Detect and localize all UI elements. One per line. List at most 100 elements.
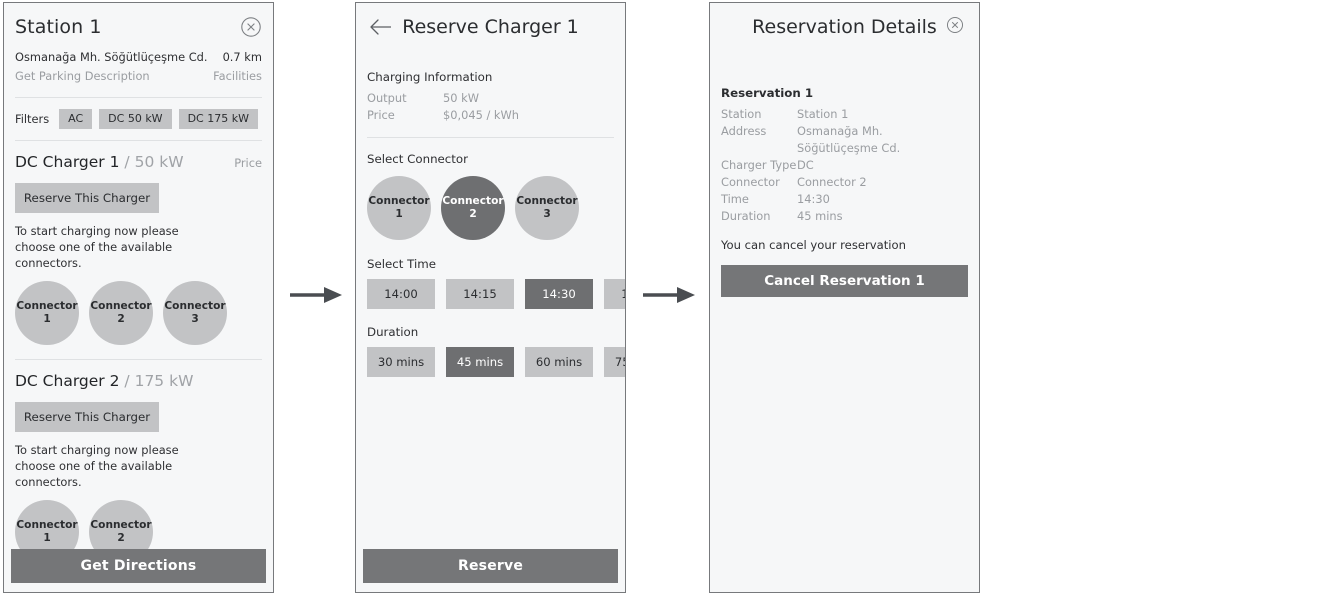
station-detail-panel: Station 1 Osmanağa Mh. Söğütlüçeşme Cd. … [3, 2, 274, 593]
charging-information-label: Charging Information [367, 70, 493, 84]
reserve-header: Reserve Charger 1 [356, 3, 625, 38]
cancel-reservation-button[interactable]: Cancel Reservation 1 [721, 265, 968, 297]
detail-row-charger-type: Charger Type DC [721, 157, 968, 174]
charger-2-name: DC Charger 2 [15, 372, 120, 390]
charger-1-price-label[interactable]: Price [234, 156, 262, 170]
station-distance: 0.7 km [222, 50, 262, 64]
charger-1-separator: / [124, 153, 130, 171]
filters-bar: Filters AC DC 50 kW DC 175 kW [4, 98, 273, 129]
time-chip-1430[interactable]: 14:30 [525, 279, 593, 309]
charger-1-connector-3[interactable]: Connector 3 [163, 281, 227, 345]
reserve-charger-2-button[interactable]: Reserve This Charger [15, 402, 159, 432]
detail-value: Osmanağa Mh. [797, 124, 883, 138]
detail-value: Connector 2 [797, 175, 867, 189]
time-chip-strip[interactable]: 14:00 14:15 14:30 14:45 [356, 271, 625, 309]
charger-1-power: 50 kW [134, 153, 184, 171]
detail-key: Address [721, 124, 767, 138]
details-header: Reservation Details [710, 3, 979, 38]
duration-label: Duration [367, 325, 419, 339]
charger-2-title: DC Charger 2 / 175 kW [15, 372, 193, 390]
detail-key: Station [721, 107, 762, 121]
detail-row-time: Time 14:30 [721, 191, 968, 208]
reserve-connector-2[interactable]: Connector 2 [441, 176, 505, 240]
station-address: Osmanağa Mh. Söğütlüçeşme Cd. [15, 50, 208, 64]
close-circle-icon[interactable] [946, 16, 968, 38]
flow-arrow-2 [641, 284, 697, 306]
connector-number: 2 [117, 532, 125, 544]
charger-1-hint: To start charging now please choose one … [15, 224, 179, 270]
charger-1-connector-2[interactable]: Connector 2 [89, 281, 153, 345]
connector-number: 1 [395, 208, 403, 220]
time-chip-1400[interactable]: 14:00 [367, 279, 435, 309]
filter-chip-dc50[interactable]: DC 50 kW [99, 109, 172, 129]
charger-1-connector-list: Connector 1 Connector 2 Connector 3 [4, 271, 273, 345]
station-header: Station 1 [4, 3, 273, 38]
charger-2-header: DC Charger 2 / 175 kW [4, 360, 273, 390]
detail-value: Station 1 [797, 107, 849, 121]
connector-label: Connector [516, 195, 578, 207]
info-row-output: Output 50 kW [367, 90, 614, 107]
reserve-connector-3[interactable]: Connector 3 [515, 176, 579, 240]
connector-number: 1 [43, 313, 51, 325]
connector-label: Connector [16, 300, 78, 312]
filter-chip-dc175[interactable]: DC 175 kW [178, 109, 258, 129]
duration-chip-strip[interactable]: 30 mins 45 mins 60 mins 75 mins [356, 339, 625, 377]
connector-label: Connector [368, 195, 430, 207]
connector-label: Connector [90, 300, 152, 312]
close-circle-icon[interactable] [240, 16, 262, 38]
connector-number: 1 [43, 532, 51, 544]
reservation-details-table: Station Station 1 Address Osmanağa Mh. S… [710, 100, 979, 225]
duration-chip-75[interactable]: 75 mins [604, 347, 625, 377]
detail-key: Connector [721, 175, 780, 189]
time-chip-1445[interactable]: 14:45 [604, 279, 625, 309]
detail-row-address: Address Osmanağa Mh. [721, 123, 968, 140]
facilities-link[interactable]: Facilities [213, 67, 262, 86]
duration-chip-45[interactable]: 45 mins [446, 347, 514, 377]
detail-key: Duration [721, 209, 771, 223]
detail-value: 14:30 [797, 192, 830, 206]
detail-key [721, 140, 797, 157]
parking-description-link[interactable]: Get Parking Description [15, 67, 150, 86]
detail-value: DC [797, 158, 814, 172]
connector-number: 3 [543, 208, 551, 220]
connector-label: Connector [90, 519, 152, 531]
detail-row-connector: Connector Connector 2 [721, 174, 968, 191]
wireframe-flow-canvas: Station 1 Osmanağa Mh. Söğütlüçeşme Cd. … [0, 0, 1336, 595]
cancel-note: You can cancel your reservation [721, 238, 906, 252]
connector-label: Connector [16, 519, 78, 531]
reserve-charger-1-button[interactable]: Reserve This Charger [15, 183, 159, 213]
duration-chip-60[interactable]: 60 mins [525, 347, 593, 377]
charger-1-title: DC Charger 1 / 50 kW [15, 153, 184, 171]
arrow-left-icon[interactable] [367, 17, 393, 37]
detail-row-address-cont: Söğütlüçeşme Cd. [721, 140, 968, 157]
detail-key: Time [721, 192, 749, 206]
page-title: Reserve Charger 1 [402, 16, 579, 38]
links-row: Get Parking Description Facilities [15, 67, 262, 86]
filter-chip-ac[interactable]: AC [59, 109, 93, 129]
station-address-block: Osmanağa Mh. Söğütlüçeşme Cd. 0.7 km Get… [4, 38, 273, 86]
charger-2-separator: / [124, 372, 130, 390]
detail-value: Söğütlüçeşme Cd. [797, 141, 901, 155]
reserve-charger-panel: Reserve Charger 1 Charging Information O… [355, 2, 626, 593]
charger-1-header: DC Charger 1 / 50 kW Price [4, 141, 273, 171]
duration-chip-30[interactable]: 30 mins [367, 347, 435, 377]
reserve-connector-1[interactable]: Connector 1 [367, 176, 431, 240]
reserve-button[interactable]: Reserve [363, 549, 618, 583]
detail-row-duration: Duration 45 mins [721, 208, 968, 225]
info-row-price: Price $0,045 / kWh [367, 107, 614, 124]
time-chip-1415[interactable]: 14:15 [446, 279, 514, 309]
charger-1-connector-1[interactable]: Connector 1 [15, 281, 79, 345]
charger-1-name: DC Charger 1 [15, 153, 120, 171]
get-directions-button[interactable]: Get Directions [11, 549, 266, 583]
info-value: 50 kW [443, 91, 479, 105]
connector-number: 2 [117, 313, 125, 325]
connector-label: Connector [442, 195, 504, 207]
charger-2-hint: To start charging now please choose one … [15, 443, 179, 489]
flow-arrow-1 [288, 284, 344, 306]
charging-information-table: Output 50 kW Price $0,045 / kWh [356, 84, 625, 124]
reservation-heading: Reservation 1 [721, 86, 814, 100]
info-key: Output [367, 91, 407, 105]
detail-key: Charger Type [721, 158, 797, 172]
filters-label: Filters [15, 112, 50, 126]
connector-number: 2 [469, 208, 477, 220]
